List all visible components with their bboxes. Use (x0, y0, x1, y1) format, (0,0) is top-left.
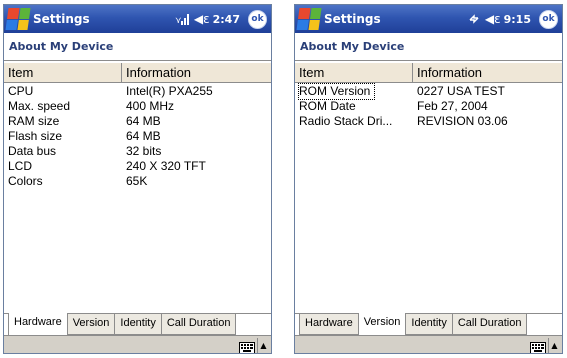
ok-button[interactable]: ok (248, 9, 267, 29)
menu-bar: ▲ (295, 335, 562, 353)
column-divider[interactable] (121, 63, 122, 83)
cell-item: Flash size (8, 129, 63, 143)
menu-bar: ▲ (4, 335, 271, 353)
list-row[interactable]: Data bus 32 bits (4, 144, 271, 159)
list-row[interactable]: Colors 65K (4, 174, 271, 189)
cell-item: Data bus (8, 144, 57, 158)
tab-identity[interactable]: Identity (405, 314, 453, 335)
tab-version[interactable]: Version (66, 314, 116, 335)
tab-bar: Hardware Version Identity Call Duration (4, 313, 271, 335)
cell-info: Intel(R) PXA255 (126, 84, 213, 98)
title-bar: Settings ◀ε 9:15 ok (295, 5, 562, 33)
cell-info: 64 MB (126, 114, 161, 128)
cell-info: Feb 27, 2004 (417, 99, 488, 113)
page-title: About My Device (295, 33, 562, 61)
cell-item: Colors (8, 174, 43, 188)
input-panel-arrow-icon[interactable]: ▲ (257, 338, 269, 353)
info-list: ROM Version 0227 USA TEST ROM Date Feb 27,… (295, 83, 562, 129)
column-header-item[interactable]: Item (8, 65, 33, 80)
cell-item: ROM Date (299, 99, 356, 113)
list-row[interactable]: CPU Intel(R) PXA255 (4, 84, 271, 99)
cell-info: 240 X 320 TFT (126, 159, 206, 173)
cell-item: ROM Version (297, 83, 376, 100)
cell-item: Max. speed (8, 99, 71, 113)
keyboard-icon[interactable] (239, 339, 255, 353)
start-menu-icon[interactable] (5, 8, 31, 30)
list-header: Item Information (4, 63, 271, 83)
list-row[interactable]: Flash size 64 MB (4, 129, 271, 144)
column-divider[interactable] (412, 63, 413, 83)
list-row[interactable]: ROM Date Feb 27, 2004 (295, 99, 562, 114)
clock[interactable]: 9:15 (504, 13, 531, 26)
app-title[interactable]: Settings (33, 12, 175, 26)
column-header-information[interactable]: Information (126, 65, 191, 80)
title-bar: Settings ⋎ ◀ε 2:47 ok (4, 5, 271, 33)
list-row[interactable]: Radio Stack Dri... REVISION 03.06 (295, 114, 562, 129)
cell-item: LCD (8, 159, 33, 173)
volume-icon[interactable]: ◀ε (485, 12, 501, 26)
page-title: About My Device (4, 33, 271, 61)
signal-strength-icon[interactable]: ⋎ (175, 13, 189, 25)
tab-version[interactable]: Version (357, 313, 407, 335)
cell-info: 65K (126, 174, 148, 188)
list-header: Item Information (295, 63, 562, 83)
tab-bar: Hardware Version Identity Call Duration (295, 313, 562, 335)
tab-call-duration[interactable]: Call Duration (451, 314, 528, 335)
cell-item: RAM size (8, 114, 60, 128)
app-title[interactable]: Settings (324, 12, 468, 26)
cell-info: 0227 USA TEST (417, 84, 505, 98)
tab-hardware[interactable]: Hardware (299, 314, 359, 335)
cell-info: 64 MB (126, 129, 161, 143)
clock[interactable]: 2:47 (213, 13, 240, 26)
volume-icon[interactable]: ◀ε (194, 12, 210, 26)
list-row[interactable]: RAM size 64 MB (4, 114, 271, 129)
connectivity-icon[interactable] (468, 13, 480, 25)
cell-info: 32 bits (126, 144, 162, 158)
list-row[interactable]: ROM Version 0227 USA TEST (295, 83, 562, 100)
ok-button[interactable]: ok (539, 9, 558, 29)
input-panel-arrow-icon[interactable]: ▲ (548, 338, 560, 353)
svg-text:⋎: ⋎ (175, 16, 182, 25)
start-menu-icon[interactable] (296, 8, 322, 30)
cell-info: REVISION 03.06 (417, 114, 508, 128)
column-header-item[interactable]: Item (299, 65, 324, 80)
cell-item: CPU (8, 84, 34, 98)
device-screen-hardware: Settings ⋎ ◀ε 2:47 ok About My Device It… (3, 4, 272, 354)
info-list: CPU Intel(R) PXA255 Max. speed 400 MHz RAM… (4, 84, 271, 189)
device-screen-version: Settings ◀ε 9:15 ok About My Device Item… (294, 4, 563, 354)
tab-call-duration[interactable]: Call Duration (160, 314, 237, 335)
column-header-information[interactable]: Information (417, 65, 482, 80)
cell-info: 400 MHz (126, 99, 175, 113)
cell-item: Radio Stack Dri... (299, 114, 393, 128)
list-row[interactable]: Max. speed 400 MHz (4, 99, 271, 114)
keyboard-icon[interactable] (530, 339, 546, 353)
list-row[interactable]: LCD 240 X 320 TFT (4, 159, 271, 174)
tab-identity[interactable]: Identity (114, 314, 162, 335)
tab-hardware[interactable]: Hardware (8, 313, 68, 335)
